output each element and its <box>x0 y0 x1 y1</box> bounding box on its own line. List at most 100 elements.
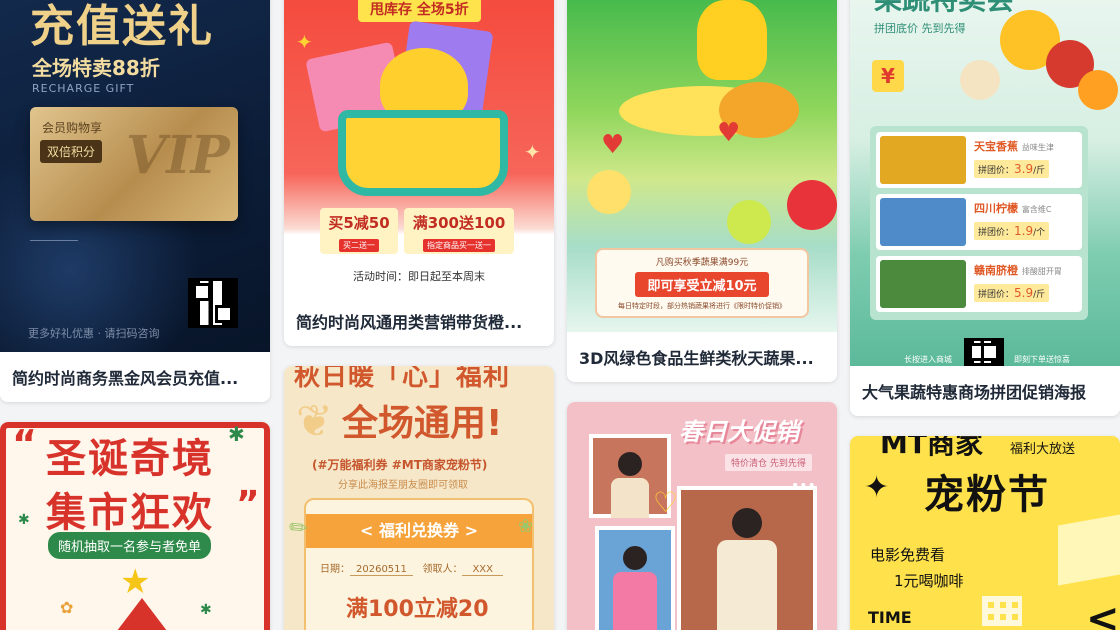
product-price: 拼团价：1.9/个 <box>974 222 1050 240</box>
yen-icon: ¥ <box>872 60 904 92</box>
vip-text: VIP <box>126 125 230 186</box>
qr-code-icon <box>188 278 238 328</box>
poster-image: 秋日暖「心」福利 全场通用! ❦ (#万能福利券 #MT商家宠粉节) 分享此海报… <box>284 366 554 630</box>
star-decoration-icon: ✱ <box>228 422 245 446</box>
offer-box: 凡购买秋季蔬果满99元 即可享受立减10元 每日特定时段，部分热销蔬果将进行《限… <box>595 248 809 318</box>
poster-headline: 全场通用! <box>342 403 503 444</box>
quote-mark-icon: “ <box>12 422 37 466</box>
template-card[interactable]: ♥ ♥ 凡购买秋季蔬果满99元 即可享受立减10元 每日特定时段，部分热销蔬果将… <box>567 0 837 382</box>
poster-line2: 集市狂欢 <box>46 490 214 536</box>
star-icon: ★ <box>120 562 151 602</box>
lemon-photo <box>880 198 966 246</box>
ginkgo-leaf-icon: ❦ <box>296 396 333 447</box>
poster-headline: 宠粉节 <box>924 472 1050 518</box>
orange-photo <box>880 260 966 308</box>
apple-icon <box>787 180 837 230</box>
ticket-title: < 福利兑换券 > <box>306 514 532 548</box>
strawberry-icon: ♥ <box>601 130 625 160</box>
coupon-2-main: 满300送100 <box>412 214 506 232</box>
lemon-icon <box>587 170 631 214</box>
coupon-1: 买5减50 买二送一 <box>320 208 398 254</box>
poster-sub: 拼团底价 先到先得 <box>874 22 966 35</box>
template-card[interactable]: 充值送礼 全场特卖88折 RECHARGE GIFT 会员购物享 双倍积分 VI… <box>0 0 270 402</box>
flower-icon: ✿ <box>60 598 74 617</box>
star-decoration-icon: ✱ <box>18 512 30 528</box>
footer-left: 长按进入商城 <box>904 355 952 364</box>
column-2: 甩库存 全场5折 ✦ ✦ 买5减50 买二送一 满300送100 指定商品买一送… <box>284 0 554 630</box>
product-price: 拼团价：3.9/斤 <box>974 160 1050 178</box>
confetti-icon: ✦ <box>296 30 313 54</box>
receiver-label: 领取人： <box>422 564 463 575</box>
date-value: 20260511 <box>350 564 413 576</box>
column-1: 充值送礼 全场特卖88折 RECHARGE GIFT 会员购物享 双倍积分 VI… <box>0 0 270 630</box>
coupon-2: 满300送100 指定商品买一送一 <box>404 208 514 254</box>
offer-line: 凡购买秋季蔬果满99元 <box>655 258 749 268</box>
template-card[interactable]: 甩库存 全场5折 ✦ ✦ 买5减50 买二送一 满300送100 指定商品买一送… <box>284 0 554 346</box>
template-card[interactable]: “ ✱ 圣诞奇境 集市狂欢 ” ✱ 随机抽取一名参与者免单 ★ ✿ ✱ <box>0 422 270 630</box>
poster-headline: 充值送礼 <box>30 1 214 52</box>
poster-headline: 春日大促销 <box>679 418 799 446</box>
orange-icon <box>1078 70 1118 110</box>
pear-icon <box>960 60 1000 100</box>
ticket-info: 日期： 20260511 领取人： XXX <box>320 560 532 576</box>
vip-card: 会员购物享 双倍积分 VIP <box>30 107 238 221</box>
poster-image: 果蔬特卖会 拼团底价 先到先得 ¥ 天宝香蕉 益味生津 拼团价：3.9/斤 四川… <box>850 0 1120 366</box>
template-card[interactable]: 果蔬特卖会 拼团底价 先到先得 ¥ 天宝香蕉 益味生津 拼团价：3.9/斤 四川… <box>850 0 1120 416</box>
offer-note: 每日特定时段，部分热销蔬果将进行《限时特价促销》 <box>618 302 786 310</box>
apple-icon <box>727 200 771 244</box>
template-card[interactable]: MT商家 福利大放送 宠粉节 ✦ 电影免费看 1元喝咖啡 TIME < <box>850 436 1120 630</box>
poster-footer: 更多好礼优惠 · 请扫码咨询 <box>28 327 160 340</box>
vip-badge: 双倍积分 <box>40 140 103 163</box>
product-name: 赣南脐橙 排酸甜开胃 <box>974 264 1062 277</box>
product-name: 天宝香蕉 益味生津 <box>974 140 1054 153</box>
banana-photo <box>880 136 966 184</box>
coupon-1-main: 买5减50 <box>328 214 390 232</box>
quote-mark-icon: ” <box>236 484 260 525</box>
product-name: 四川柠檬 富含维C <box>974 202 1052 215</box>
top-banner: 甩库存 全场5折 <box>358 0 481 22</box>
template-grid: 充值送礼 全场特卖88折 RECHARGE GIFT 会员购物享 双倍积分 VI… <box>0 0 1120 630</box>
star-decoration-icon: ✱ <box>200 602 212 618</box>
card-title[interactable]: 简约时尚风通用类营销带货橙... <box>284 296 554 346</box>
heart-decoration-icon: ♡ <box>653 486 679 519</box>
product-list: 天宝香蕉 益味生津 拼团价：3.9/斤 四川柠檬 富含维C 拼团价：1.9/个 … <box>870 126 1088 320</box>
date-label: 日期： <box>320 564 350 575</box>
coupon-1-sub: 买二送一 <box>339 239 379 252</box>
divider <box>30 240 78 241</box>
poster-line1: 电影免费看 <box>870 546 946 564</box>
product-item: 赣南脐橙 排酸甜开胃 拼团价：5.9/斤 <box>876 256 1082 312</box>
receiver-value: XXX <box>462 564 504 576</box>
wave-decoration <box>1058 514 1120 586</box>
ticket-amount: 满100立减20 <box>346 597 489 622</box>
column-3: ♥ ♥ 凡购买秋季蔬果满99元 即可享受立减10元 每日特定时段，部分热销蔬果将… <box>567 0 837 630</box>
poster-line2: 1元喝咖啡 <box>894 572 964 590</box>
coupon-2-sub: 指定商品买一送一 <box>423 239 495 252</box>
poster-image: 甩库存 全场5折 ✦ ✦ 买5减50 买二送一 满300送100 指定商品买一送… <box>284 0 554 296</box>
footer-right: 即刻下单送惊喜 <box>1014 355 1070 364</box>
mango-icon <box>697 0 767 80</box>
poster-tags: (#万能福利券 #MT商家宠粉节) <box>312 458 488 472</box>
confetti-icon: ✦ <box>524 140 541 164</box>
product-price: 拼团价：5.9/斤 <box>974 284 1050 302</box>
sparkle-icon: ✦ <box>864 470 890 505</box>
tree-icon <box>104 598 180 630</box>
column-4: 果蔬特卖会 拼团底价 先到先得 ¥ 天宝香蕉 益味生津 拼团价：3.9/斤 四川… <box>850 0 1120 630</box>
card-title[interactable]: 大气果蔬特惠商场拼团促销海报 <box>850 366 1120 416</box>
qr-code-icon <box>964 338 1004 366</box>
offer-button: 即可享受立减10元 <box>635 272 769 297</box>
ribbon-icon: ❀ <box>518 516 534 537</box>
poster-image: MT商家 福利大放送 宠粉节 ✦ 电影免费看 1元喝咖啡 TIME < <box>850 436 1120 630</box>
poster-image: ♥ ♥ 凡购买秋季蔬果满99元 即可享受立减10元 每日特定时段，部分热销蔬果将… <box>567 0 837 332</box>
poster-top: MT商家 <box>880 436 983 460</box>
template-card[interactable]: 春日大促销 特价清仓 先到先得 ••• ♡ <box>567 402 837 630</box>
template-card[interactable]: 秋日暖「心」福利 全场通用! ❦ (#万能福利券 #MT商家宠粉节) 分享此海报… <box>284 366 554 630</box>
card-title[interactable]: 3D风绿色食品生鲜类秋天蔬果... <box>567 332 837 382</box>
arrow-decoration-icon: < <box>1086 596 1120 630</box>
poster-headline: 果蔬特卖会 <box>874 0 1014 18</box>
model-photo <box>677 486 817 630</box>
poster-banner: 随机抽取一名参与者免单 <box>48 532 212 559</box>
card-title[interactable]: 简约时尚商务黑金风会员充值... <box>0 352 270 402</box>
model-photo <box>595 526 675 630</box>
poster-image: 充值送礼 全场特卖88折 RECHARGE GIFT 会员购物享 双倍积分 VI… <box>0 0 270 352</box>
dots-decoration-icon: ••• <box>791 478 816 494</box>
